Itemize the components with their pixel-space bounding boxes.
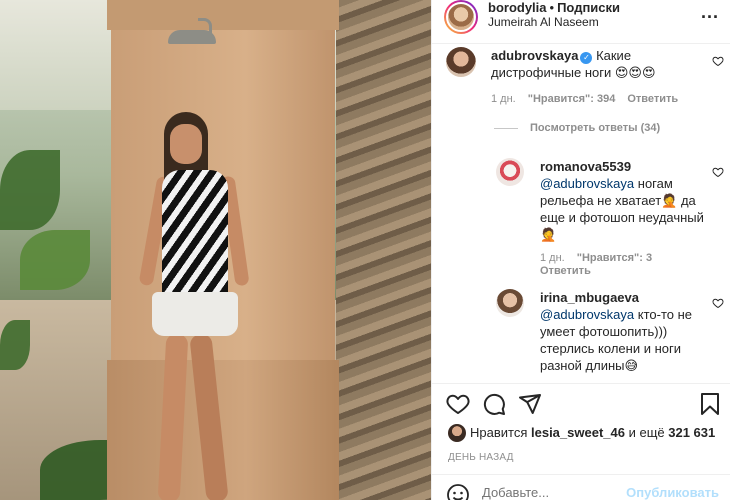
liker-avatar[interactable] (448, 424, 466, 442)
reply-meta: 1 дн. "Нравится": 3 Ответить (540, 252, 690, 278)
likes-prefix: Нравится (470, 425, 528, 440)
likes-and: и ещё (628, 425, 665, 440)
reply-avatar[interactable] (496, 289, 524, 317)
reply-likes[interactable]: "Нравится": 3 (577, 252, 652, 264)
likes-count[interactable]: 321 631 (668, 425, 715, 440)
person-shorts (152, 292, 238, 336)
separator-dot: • (549, 0, 555, 15)
comment-like-heart-icon[interactable] (712, 55, 724, 67)
comment-body: adubrovskaya ✓ Какие дистрофичные ноги 😍😍… (491, 47, 711, 81)
reply-body: irina_mbugaeva @adubrovskaya кто-то не у… (540, 289, 710, 374)
photo-person (138, 112, 250, 500)
reply-body: romanova5539 @adubrovskaya ногам рельефа… (540, 158, 710, 243)
comment-likes[interactable]: "Нравится": 394 (528, 93, 616, 105)
post-photo[interactable] (0, 0, 431, 500)
reply-time[interactable]: 1 дн. (540, 252, 565, 264)
reply-like-heart-icon[interactable] (712, 297, 724, 309)
person-leg (157, 333, 189, 500)
add-comment-input[interactable] (482, 485, 622, 500)
reply-mention[interactable]: @adubrovskaya (540, 307, 634, 322)
author-avatar-image (446, 2, 476, 32)
comment-time[interactable]: 1 дн. (491, 93, 516, 105)
view-replies-line (494, 127, 518, 129)
more-options-icon[interactable]: ... (701, 2, 719, 23)
reply-mention[interactable]: @adubrovskaya (540, 176, 634, 191)
comment-meta: 1 дн. "Нравится": 394 Ответить (491, 93, 678, 105)
comment-username[interactable]: adubrovskaya (491, 48, 578, 63)
author-avatar[interactable] (444, 0, 478, 34)
reply-like-heart-icon[interactable] (712, 166, 724, 178)
verified-badge-icon: ✓ (580, 52, 593, 64)
commenter-avatar[interactable] (446, 47, 476, 77)
publish-button[interactable]: Опубликовать (626, 485, 719, 500)
emoji-icon[interactable] (446, 483, 470, 500)
heart-icon[interactable] (446, 392, 470, 416)
person-leg (189, 333, 229, 500)
action-bar (432, 384, 730, 424)
post-panel: borodylia • Подписки Jumeirah Al Naseem ..… (431, 0, 730, 500)
view-replies-label: Посмотреть ответы (34) (530, 122, 661, 134)
comment-icon[interactable] (482, 392, 506, 416)
post-header: borodylia • Подписки Jumeirah Al Naseem ..… (432, 0, 730, 44)
share-icon[interactable] (518, 392, 542, 416)
reply-avatar[interactable] (496, 158, 524, 186)
author-line: borodylia • Подписки (488, 0, 620, 15)
bookmark-icon[interactable] (698, 392, 722, 416)
comment-reply-button[interactable]: Ответить (627, 93, 678, 105)
view-replies-button[interactable]: Посмотреть ответы (34) (494, 122, 660, 134)
photo-palm-trunk (336, 0, 431, 500)
person-face (170, 124, 202, 164)
pillar-cap (107, 0, 339, 30)
person-swimsuit (162, 170, 228, 300)
post-time[interactable]: ДЕНЬ НАЗАД (448, 452, 514, 463)
likes-user[interactable]: lesia_sweet_46 (531, 425, 625, 440)
reply-reply-button[interactable]: Ответить (540, 265, 591, 277)
reply-username[interactable]: irina_mbugaeva (540, 290, 639, 305)
photo-leaf (20, 230, 90, 290)
post-location[interactable]: Jumeirah Al Naseem (488, 15, 599, 29)
shower-head (168, 30, 216, 44)
add-comment-bar: Опубликовать (432, 474, 730, 500)
author-username[interactable]: borodylia (488, 0, 547, 15)
photo-leaf (0, 150, 60, 230)
photo-leaf (0, 320, 30, 370)
reply-username[interactable]: romanova5539 (540, 159, 631, 174)
likes-summary: Нравится lesia_sweet_46 и ещё 321 631 (448, 424, 715, 442)
following-button[interactable]: Подписки (557, 0, 620, 15)
